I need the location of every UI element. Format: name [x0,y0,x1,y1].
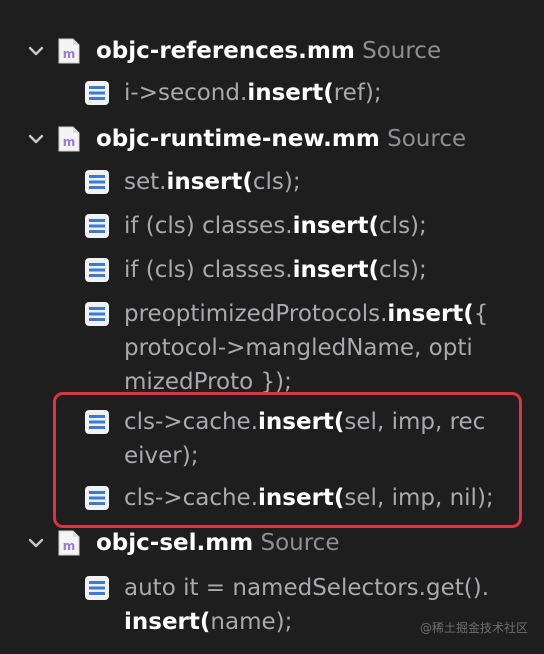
chevron-down-icon[interactable] [27,42,45,60]
objc-source-file-icon: m [58,38,80,64]
result-line-text: if (cls) classes.insert(cls); [124,257,427,283]
file-name: objc-references.mm [96,38,355,64]
file-label: objc-references.mm Source [96,33,441,69]
file-label: objc-sel.mm Source [96,525,339,561]
watermark: @稀土掘金技术社区 [419,621,528,635]
file-label: objc-runtime-new.mm Source [96,121,466,157]
svg-text:m: m [63,135,76,149]
result-line-text: if (cls) classes.insert(cls); [124,213,427,239]
find-navigator: m objc-references.mm Source i->second.in… [0,0,544,654]
search-result-line-icon [85,258,109,282]
file-type: Source [260,530,340,556]
result-line-text: i->second.insert(ref); [124,80,382,106]
search-result-line-icon [85,81,109,105]
search-result-line-icon [85,302,109,326]
result-line-text: preoptimizedProtocols.insert({ protocol-… [124,301,489,395]
file-name: objc-runtime-new.mm [96,126,380,152]
search-result-line-icon [85,170,109,194]
chevron-down-icon[interactable] [27,130,45,148]
file-type: Source [387,126,467,152]
objc-source-file-icon: m [58,530,80,556]
result-line-text: set.insert(cls); [124,169,301,195]
objc-source-file-icon: m [58,126,80,152]
search-result-line-icon [85,576,109,600]
svg-text:m: m [63,539,76,553]
file-type: Source [362,38,442,64]
search-result-line-icon [85,214,109,238]
highlight-annotation-box [53,392,522,528]
chevron-down-icon[interactable] [27,534,45,552]
file-name: objc-sel.mm [96,530,254,556]
svg-text:m: m [63,47,76,61]
